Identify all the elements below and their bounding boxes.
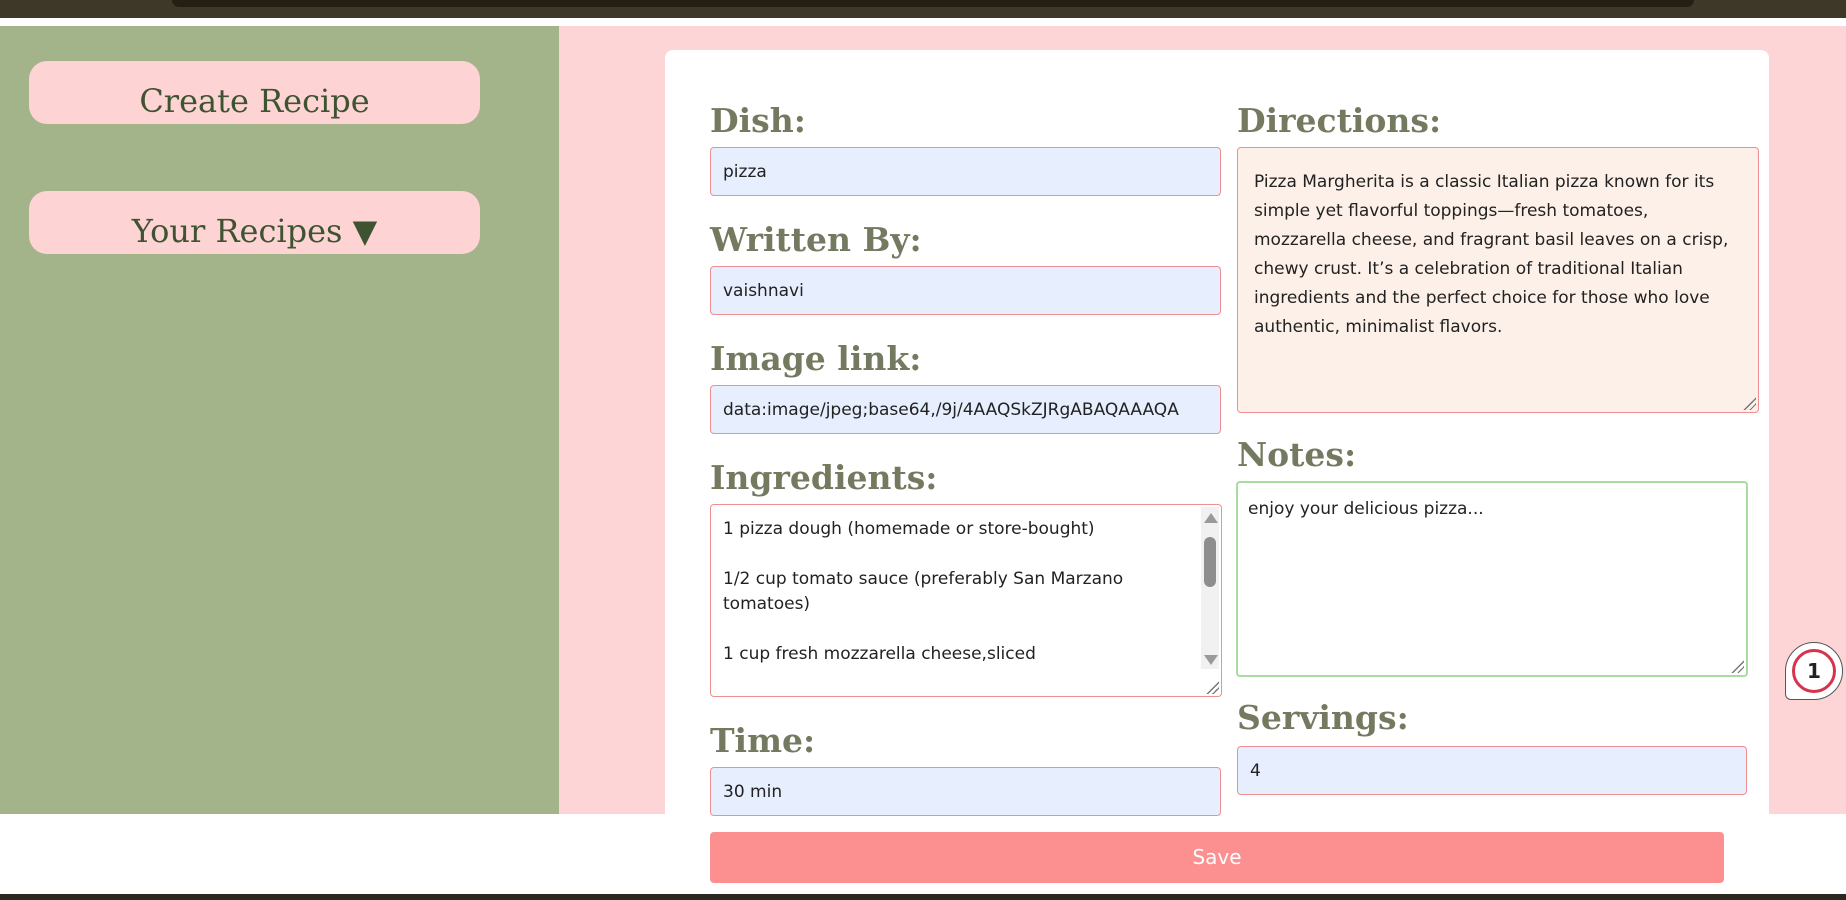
sidebar: Create Recipe Your Recipes ▼ [0,26,559,814]
directions-label: Directions: [1237,101,1442,140]
resize-grip-icon[interactable] [1205,680,1219,694]
servings-label: Servings: [1237,698,1409,737]
written-by-label: Written By: [710,220,922,259]
image-link-input[interactable]: data:image/jpeg;base64,/9j/4AAQSkZJRgABA… [710,385,1221,434]
ingredient-line: 1/2 cup tomato sauce (preferably San Mar… [723,569,1124,614]
scroll-up-arrow-icon[interactable] [1204,513,1218,523]
resize-grip-icon[interactable] [1742,396,1756,410]
notes-label: Notes: [1237,435,1357,474]
ingredients-textarea[interactable]: 1 pizza dough (homemade or store-bought)… [710,504,1222,697]
notes-text: enjoy your delicious pizza... [1248,499,1484,519]
ingredients-scrollbar[interactable] [1201,507,1219,669]
save-button[interactable]: Save [710,832,1724,883]
top-bar-inner [172,0,1694,7]
directions-text: Pizza Margherita is a classic Italian pi… [1254,172,1729,337]
bottom-bar [0,894,1846,900]
notification-badge[interactable]: 1 [1785,642,1843,700]
notification-count: 1 [1792,649,1836,693]
servings-input[interactable]: 4 [1237,746,1747,795]
dish-label: Dish: [710,101,806,140]
time-input[interactable]: 30 min [710,767,1221,816]
your-recipes-dropdown[interactable]: Your Recipes ▼ [29,191,480,254]
top-bar [0,0,1846,18]
image-link-label: Image link: [710,339,922,378]
scroll-thumb[interactable] [1204,537,1216,587]
time-label: Time: [710,721,816,760]
scroll-down-arrow-icon[interactable] [1204,655,1218,665]
ingredient-line: 1 pizza dough (homemade or store-bought) [723,519,1095,539]
ingredients-label: Ingredients: [710,458,938,497]
directions-textarea[interactable]: Pizza Margherita is a classic Italian pi… [1237,147,1759,413]
create-recipe-button[interactable]: Create Recipe [29,61,480,124]
written-by-input[interactable]: vaishnavi [710,266,1221,315]
resize-grip-icon[interactable] [1730,659,1744,673]
ingredient-line: 1 cup fresh mozzarella cheese,sliced [723,644,1036,664]
dish-input[interactable]: pizza [710,147,1221,196]
notes-textarea[interactable]: enjoy your delicious pizza... [1236,481,1748,677]
